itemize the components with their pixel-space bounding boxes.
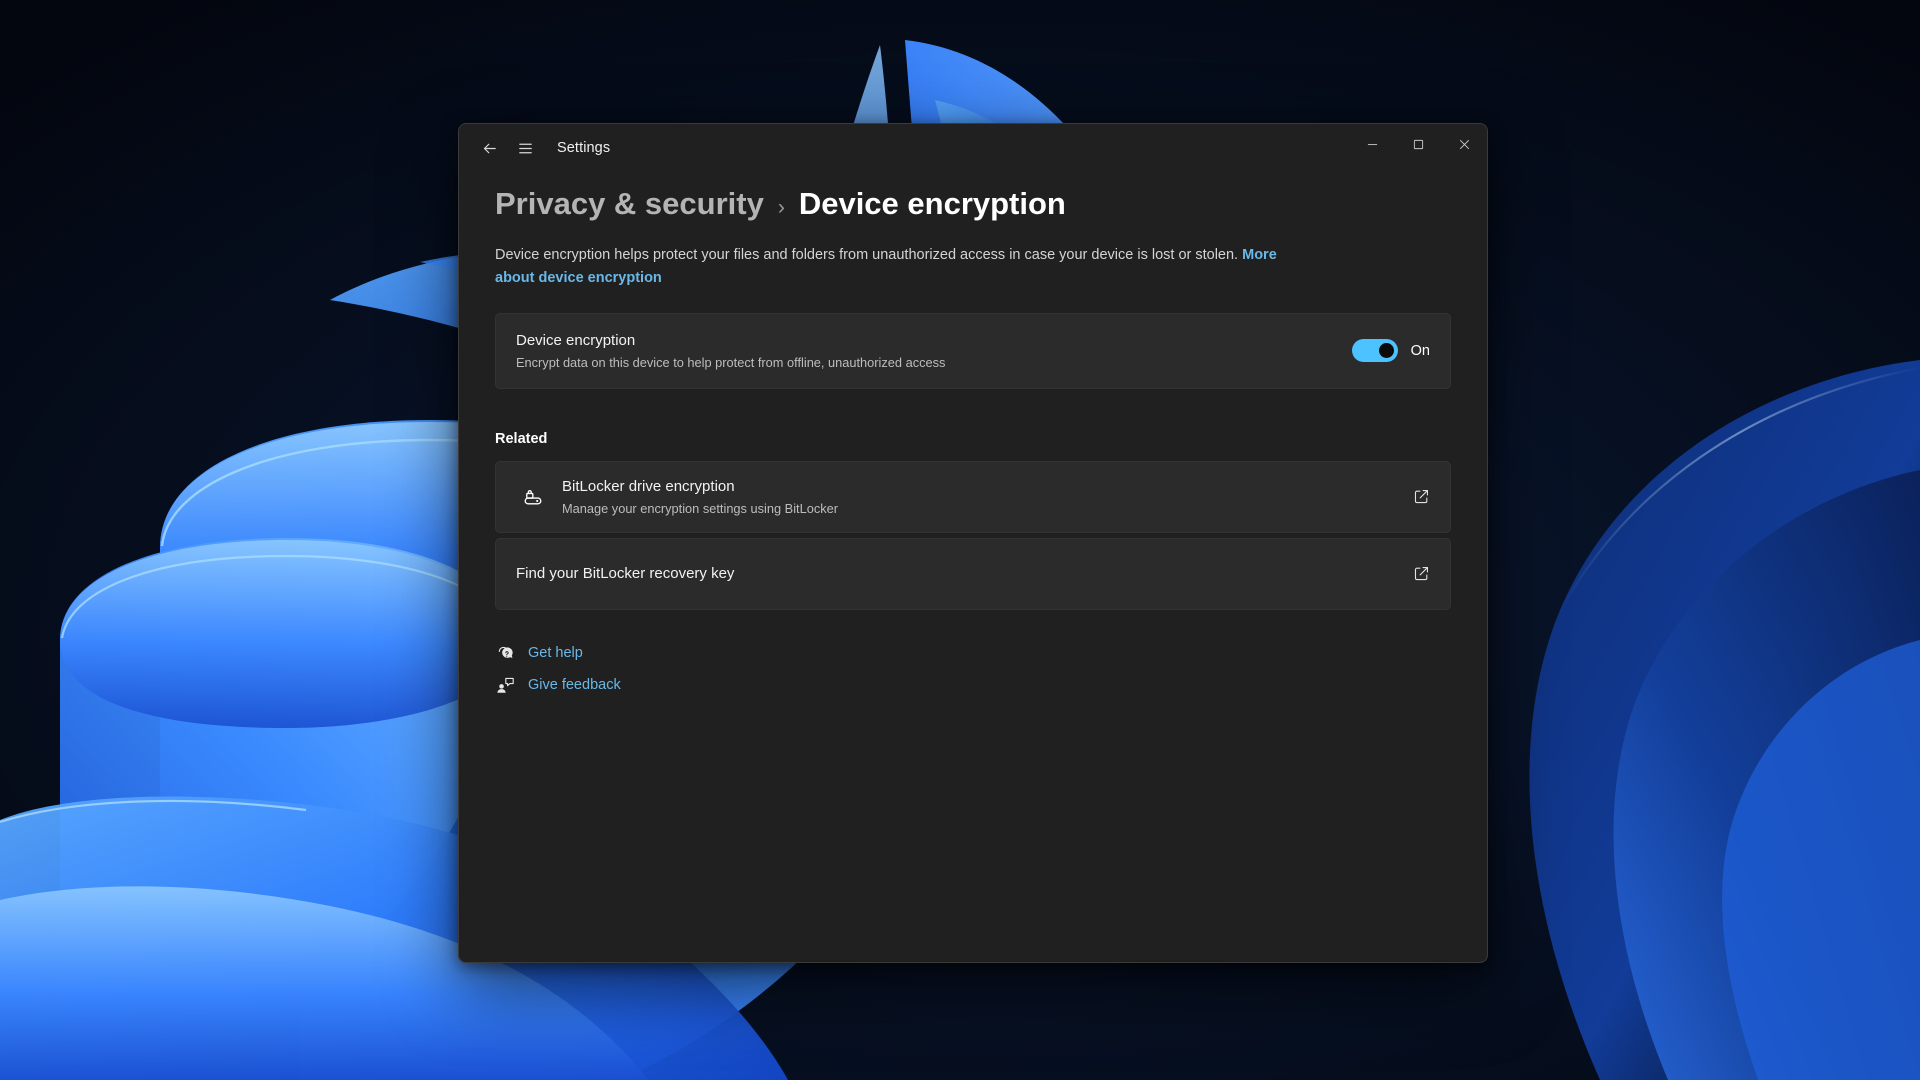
bitlocker-row-title: BitLocker drive encryption [562, 477, 735, 495]
device-encryption-toggle[interactable]: On [1351, 339, 1430, 363]
device-encryption-text: Device encryption Encrypt data on this d… [516, 331, 1352, 372]
window-controls [1349, 124, 1487, 172]
open-external-icon[interactable] [1413, 488, 1430, 505]
page-content: Privacy & security › Device encryption D… [459, 172, 1487, 962]
feedback-person-bubble-icon [495, 676, 515, 695]
hamburger-menu-button[interactable] [507, 131, 543, 165]
desktop: Settings Privacy & security › Device enc… [0, 0, 1920, 1080]
minimize-icon [1367, 143, 1377, 145]
app-title: Settings [557, 140, 611, 156]
device-encryption-subtitle: Encrypt data on this device to help prot… [516, 354, 946, 370]
help-question-bubble-icon [495, 644, 515, 663]
close-icon [1459, 139, 1469, 149]
bitlocker-drive-encryption-row[interactable]: BitLocker drive encryption Manage your e… [495, 460, 1451, 533]
give-feedback-label: Give feedback [528, 677, 621, 694]
hamburger-menu-icon [518, 143, 532, 153]
bitlocker-row-subtitle: Manage your encryption settings using Bi… [562, 500, 838, 516]
device-encryption-card: Device encryption Encrypt data on this d… [495, 312, 1451, 389]
back-arrow-icon [483, 143, 496, 153]
page-description: Device encryption helps protect your fil… [495, 244, 1305, 291]
window-titlebar: Settings [459, 124, 1487, 172]
bitlocker-row-text: BitLocker drive encryption Manage your e… [562, 477, 1401, 518]
maximize-button[interactable] [1395, 124, 1441, 164]
recovery-key-row-title: Find your BitLocker recovery key [516, 564, 735, 582]
find-bitlocker-recovery-key-row[interactable]: Find your BitLocker recovery key [495, 537, 1451, 610]
related-section-heading: Related [495, 430, 548, 447]
back-button[interactable] [471, 131, 507, 165]
maximize-icon [1413, 139, 1423, 149]
page-title: Device encryption [798, 186, 1066, 221]
device-encryption-title: Device encryption [516, 331, 636, 349]
breadcrumb: Privacy & security › Device encryption [495, 186, 1451, 222]
breadcrumb-parent-link[interactable]: Privacy & security [495, 186, 764, 222]
recovery-key-row-text: Find your BitLocker recovery key [516, 564, 1401, 584]
open-external-icon[interactable] [1413, 565, 1430, 582]
bitlocker-drive-icon [516, 486, 550, 508]
toggle-switch-track[interactable] [1351, 339, 1398, 363]
footer-links: Get help Give feedback [495, 644, 1451, 695]
get-help-label: Get help [528, 645, 583, 662]
close-button[interactable] [1441, 124, 1487, 164]
page-description-text: Device encryption helps protect your fil… [495, 247, 1239, 263]
give-feedback-link[interactable]: Give feedback [495, 676, 621, 695]
minimize-button[interactable] [1349, 124, 1395, 164]
breadcrumb-separator-icon: › [777, 196, 785, 219]
toggle-state-label: On [1410, 342, 1430, 359]
toggle-switch-knob [1378, 343, 1394, 359]
settings-window: Settings Privacy & security › Device enc… [458, 123, 1488, 963]
get-help-link[interactable]: Get help [495, 644, 583, 663]
